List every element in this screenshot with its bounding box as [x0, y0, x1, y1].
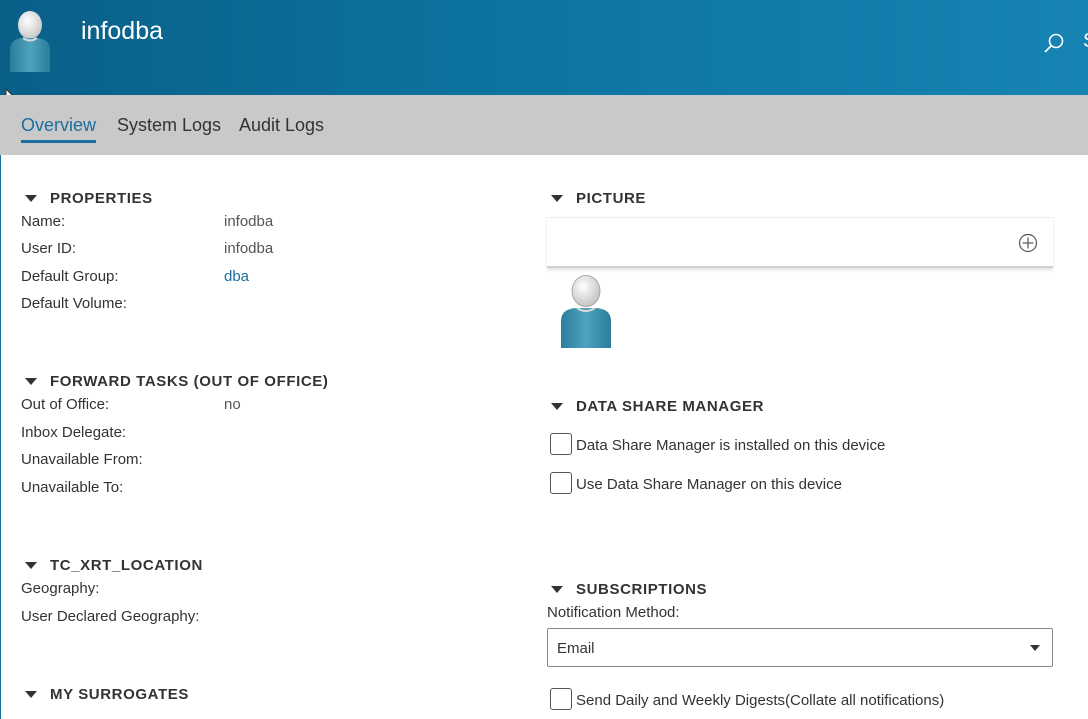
left-edge-divider — [0, 155, 1, 719]
default-group-link[interactable]: dba — [224, 268, 249, 285]
section-subscriptions-title: SUBSCRIPTIONS — [576, 581, 708, 598]
digest-label: Send Daily and Weekly Digests(Collate al… — [576, 692, 945, 709]
tab-overview[interactable]: Overview — [21, 115, 97, 143]
unavailable-to-label: Unavailable To: — [21, 479, 124, 496]
section-forward-tasks-title: FORWARD TASKS (OUT OF OFFICE) — [50, 373, 329, 390]
user-id-label: User ID: — [21, 240, 77, 257]
user-id-value: infodba — [224, 240, 274, 257]
chevron-down-icon — [1030, 645, 1040, 651]
section-picture-header[interactable]: PICTURE — [551, 190, 646, 207]
section-location-title: TC_XRT_LOCATION — [50, 557, 203, 574]
default-volume-label: Default Volume: — [21, 295, 127, 312]
out-of-office-label: Out of Office: — [21, 396, 110, 413]
out-of-office-value: no — [224, 396, 241, 413]
collapse-triangle-icon — [551, 403, 563, 410]
section-properties-header[interactable]: PROPERTIES — [25, 190, 153, 207]
header-truncated-glyph: S — [1083, 30, 1088, 53]
section-forward-tasks-header[interactable]: FORWARD TASKS (OUT OF OFFICE) — [25, 373, 329, 390]
page-header: infodba S — [0, 0, 1088, 95]
section-data-share-header[interactable]: DATA SHARE MANAGER — [551, 398, 764, 415]
section-location-header[interactable]: TC_XRT_LOCATION — [25, 557, 203, 574]
collapse-triangle-icon — [551, 586, 563, 593]
section-surrogates-header[interactable]: MY SURROGATES — [25, 686, 189, 703]
tab-system-logs[interactable]: System Logs — [117, 115, 221, 136]
notification-method-value: Email — [557, 640, 595, 657]
section-picture-title: PICTURE — [576, 190, 647, 207]
dsm-installed-label: Data Share Manager is installed on this … — [576, 437, 886, 454]
collapse-triangle-icon — [25, 562, 37, 569]
tab-audit-logs[interactable]: Audit Logs — [239, 115, 324, 136]
dsm-use-label: Use Data Share Manager on this device — [576, 476, 842, 493]
dsm-installed-checkbox[interactable] — [550, 433, 572, 455]
collapse-triangle-icon — [25, 691, 37, 698]
picture-toolbar — [547, 217, 1053, 268]
section-subscriptions-header[interactable]: SUBSCRIPTIONS — [551, 581, 707, 598]
section-data-share-title: DATA SHARE MANAGER — [576, 398, 765, 415]
user-avatar-icon — [10, 11, 50, 72]
inbox-delegate-label: Inbox Delegate: — [21, 424, 127, 441]
name-label: Name: — [21, 213, 66, 230]
digest-checkbox[interactable] — [550, 688, 572, 710]
notification-method-select[interactable]: Email — [547, 628, 1053, 667]
dsm-use-checkbox[interactable] — [550, 472, 572, 494]
collapse-triangle-icon — [551, 195, 563, 202]
user-declared-geography-label: User Declared Geography: — [21, 608, 200, 625]
section-surrogates-title: MY SURROGATES — [50, 686, 189, 703]
search-icon[interactable] — [1042, 32, 1066, 56]
unavailable-from-label: Unavailable From: — [21, 451, 143, 468]
user-picture-icon — [561, 275, 611, 348]
add-circle-icon[interactable] — [1018, 233, 1038, 253]
section-properties-title: PROPERTIES — [50, 190, 153, 207]
collapse-triangle-icon — [25, 378, 37, 385]
name-value: infodba — [224, 213, 274, 230]
geography-label: Geography: — [21, 580, 100, 597]
default-group-label: Default Group: — [21, 268, 119, 285]
collapse-triangle-icon — [25, 195, 37, 202]
notification-method-label: Notification Method: — [547, 604, 680, 621]
page-title: infodba — [81, 17, 164, 45]
tab-bar: Overview System Logs Audit Logs — [0, 95, 1088, 155]
